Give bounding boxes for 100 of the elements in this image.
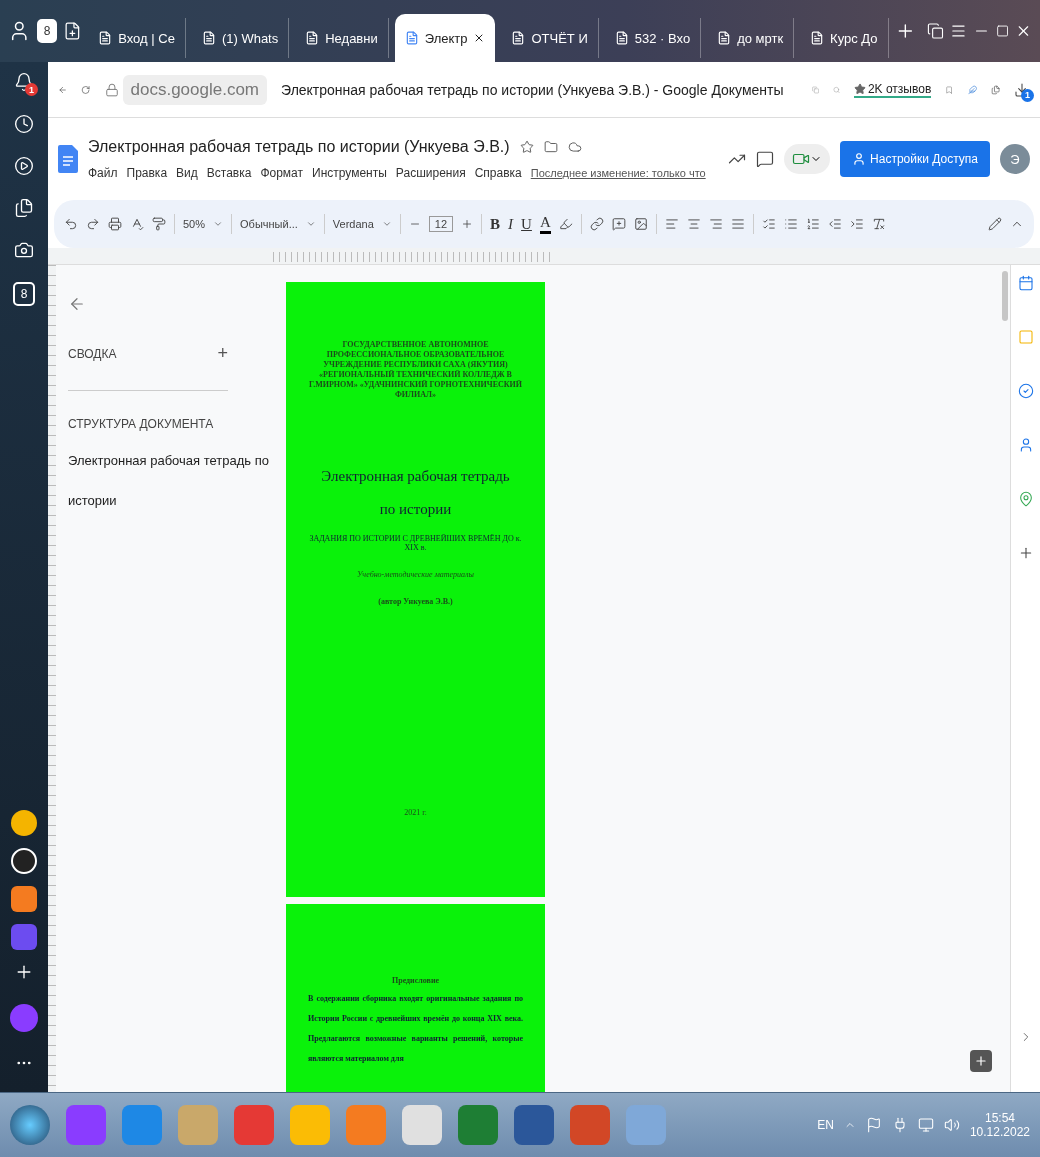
align-center-icon[interactable] (686, 217, 701, 231)
justify-icon[interactable] (730, 217, 745, 231)
summary-label: СВОДКА (68, 346, 117, 361)
zoom-select[interactable]: 50% (183, 218, 206, 230)
spellcheck-icon[interactable] (130, 217, 144, 231)
font-select[interactable]: Verdana (332, 218, 374, 230)
scrollbar-thumb[interactable] (1002, 271, 1008, 321)
image-icon[interactable] (633, 217, 648, 231)
browser-tab[interactable]: Курс До (800, 18, 889, 58)
redo-icon[interactable] (86, 217, 100, 231)
menu-item[interactable]: Правка (126, 166, 168, 180)
browser-tab[interactable]: ОТЧЁТ И (501, 18, 599, 58)
menu-item[interactable]: Вид (176, 166, 198, 180)
text-color-button[interactable]: A (539, 214, 551, 234)
menu-item[interactable]: Расширения (395, 166, 466, 180)
menu-icon[interactable] (950, 22, 967, 40)
plus-icon (974, 1054, 988, 1068)
folder-icon[interactable] (543, 140, 558, 154)
tabs-icon[interactable] (927, 22, 945, 40)
numbered-list-icon[interactable] (805, 217, 820, 231)
browser-tab[interactable]: Недавни (295, 18, 389, 58)
caret-icon[interactable] (305, 219, 316, 229)
page-icon (404, 31, 419, 45)
comment-icon[interactable] (611, 217, 626, 231)
caret-icon[interactable] (381, 219, 392, 229)
play-icon[interactable] (14, 156, 34, 176)
home-button[interactable]: 8 (36, 19, 58, 43)
undo-icon[interactable] (64, 217, 78, 231)
documents-icon[interactable] (14, 198, 34, 218)
app-icon[interactable] (11, 848, 37, 874)
comments-icon[interactable] (756, 150, 775, 168)
bold-button[interactable]: B (490, 215, 501, 233)
start-button[interactable] (10, 1105, 50, 1145)
outline-heading[interactable]: Электронная рабочая тетрадь по истории (68, 441, 273, 521)
taskbar-app-icon[interactable] (514, 1105, 554, 1145)
last-edit-link[interactable]: Последнее изменение: только что (530, 167, 706, 179)
cloud-icon[interactable] (567, 140, 582, 154)
institution-header: ГОСУДАРСТВЕННОЕ АВТОНОМНОЕ ПРОФЕССИОНАЛЬНОЕ ОБРАЗОВАТЕЛЬНОЕ УЧРЕЖДЕНИЕ РЕСПУБЛИКИ САХА (ЯКУТИЯ) «РЕГИОНАЛЬНЫЙ ТЕХНИЧЕСКИЙ КОЛЛЕДЖ В Г.МИРНОМ» «УДАЧНИНСКИЙ ГОРНОТЕХНИЧЕСКИЙ ФИЛИАЛ» (308, 340, 523, 400)
add-summary-button[interactable]: + (217, 343, 228, 364)
maps-icon[interactable] (1017, 491, 1034, 507)
preface-heading: Предисловие (391, 976, 440, 986)
link-icon[interactable] (589, 217, 604, 231)
bullet-list-icon[interactable] (783, 217, 798, 231)
volume-icon[interactable] (943, 1117, 960, 1133)
tasks-icon[interactable] (1017, 383, 1034, 399)
align-left-icon[interactable] (664, 217, 679, 231)
lock-icon[interactable] (104, 82, 119, 97)
document-heading: Электронная рабочая тетрадь по истории (320, 467, 511, 519)
outdent-icon[interactable] (827, 217, 842, 231)
paint-format-icon[interactable] (152, 217, 166, 231)
menu-item[interactable]: Файл (88, 166, 118, 180)
maximize-icon[interactable] (995, 24, 1010, 38)
page-icon (717, 31, 732, 45)
flag-icon[interactable] (865, 1117, 882, 1133)
style-select[interactable]: Обычный... (240, 218, 298, 230)
url-field[interactable]: docs.google.com (122, 74, 268, 105)
year-label: 2021 г. (404, 808, 427, 818)
increase-size-icon[interactable] (461, 218, 474, 230)
document-title[interactable]: Электронная рабочая тетрадь по истории (Ункуева Э.В.) (88, 138, 510, 156)
browser-tab[interactable]: 532 · Вхо (604, 18, 702, 58)
star-icon (853, 82, 866, 95)
highlight-icon[interactable] (558, 217, 573, 231)
taskbar-app-icon[interactable] (402, 1105, 442, 1145)
back-icon[interactable] (68, 295, 86, 313)
browser-tab[interactable]: (1) Whats (191, 18, 290, 58)
docs-logo-icon[interactable] (58, 145, 78, 173)
star-icon[interactable] (519, 140, 534, 154)
network-icon[interactable] (917, 1117, 934, 1133)
checklist-icon[interactable] (761, 217, 776, 231)
screenshot-icon[interactable] (14, 240, 34, 260)
print-icon[interactable] (108, 217, 122, 231)
menu-item[interactable]: Вставка (206, 166, 252, 180)
italic-button[interactable]: I (508, 215, 514, 233)
app-icon[interactable] (11, 810, 37, 836)
explore-button[interactable] (970, 1050, 992, 1072)
menu-item[interactable]: Формат (260, 166, 304, 180)
page-icon (614, 31, 629, 45)
underline-button[interactable]: U (521, 215, 532, 233)
browser-tab[interactable]: Электр (394, 14, 496, 62)
menu-item[interactable]: Справка (474, 166, 522, 180)
app-icon[interactable] (11, 886, 37, 912)
material-type: Учебно-методические материалы (357, 570, 474, 579)
indent-icon[interactable] (849, 217, 864, 231)
menu-item[interactable]: Инструменты (312, 166, 387, 180)
caret-icon[interactable] (213, 219, 224, 229)
clear-format-icon[interactable] (871, 217, 886, 231)
preface-paragraph: В содержании сборника входят оригинальные задания по Истории России с древнейших времён до конца XIX века. Предлагаются возможные варианты решений, которые являются материалом для (308, 993, 523, 1066)
align-right-icon[interactable] (708, 217, 723, 231)
browser-tab[interactable]: до мртк (707, 18, 795, 58)
edit-mode-icon[interactable] (988, 217, 1002, 231)
share-button[interactable]: Настройки Доступа (840, 141, 990, 177)
sidebar-button[interactable]: 8 (13, 282, 35, 306)
assistant-icon[interactable] (10, 1004, 38, 1032)
browser-tab[interactable]: Вход | Се (88, 18, 186, 58)
reviews-link[interactable]: 2K отзывов (867, 81, 932, 96)
font-size-field[interactable]: 12 (428, 216, 454, 232)
notifications-icon[interactable] (14, 72, 34, 92)
calendar-icon[interactable] (1017, 275, 1034, 291)
page-icon (98, 31, 113, 45)
history-icon[interactable] (14, 114, 34, 134)
